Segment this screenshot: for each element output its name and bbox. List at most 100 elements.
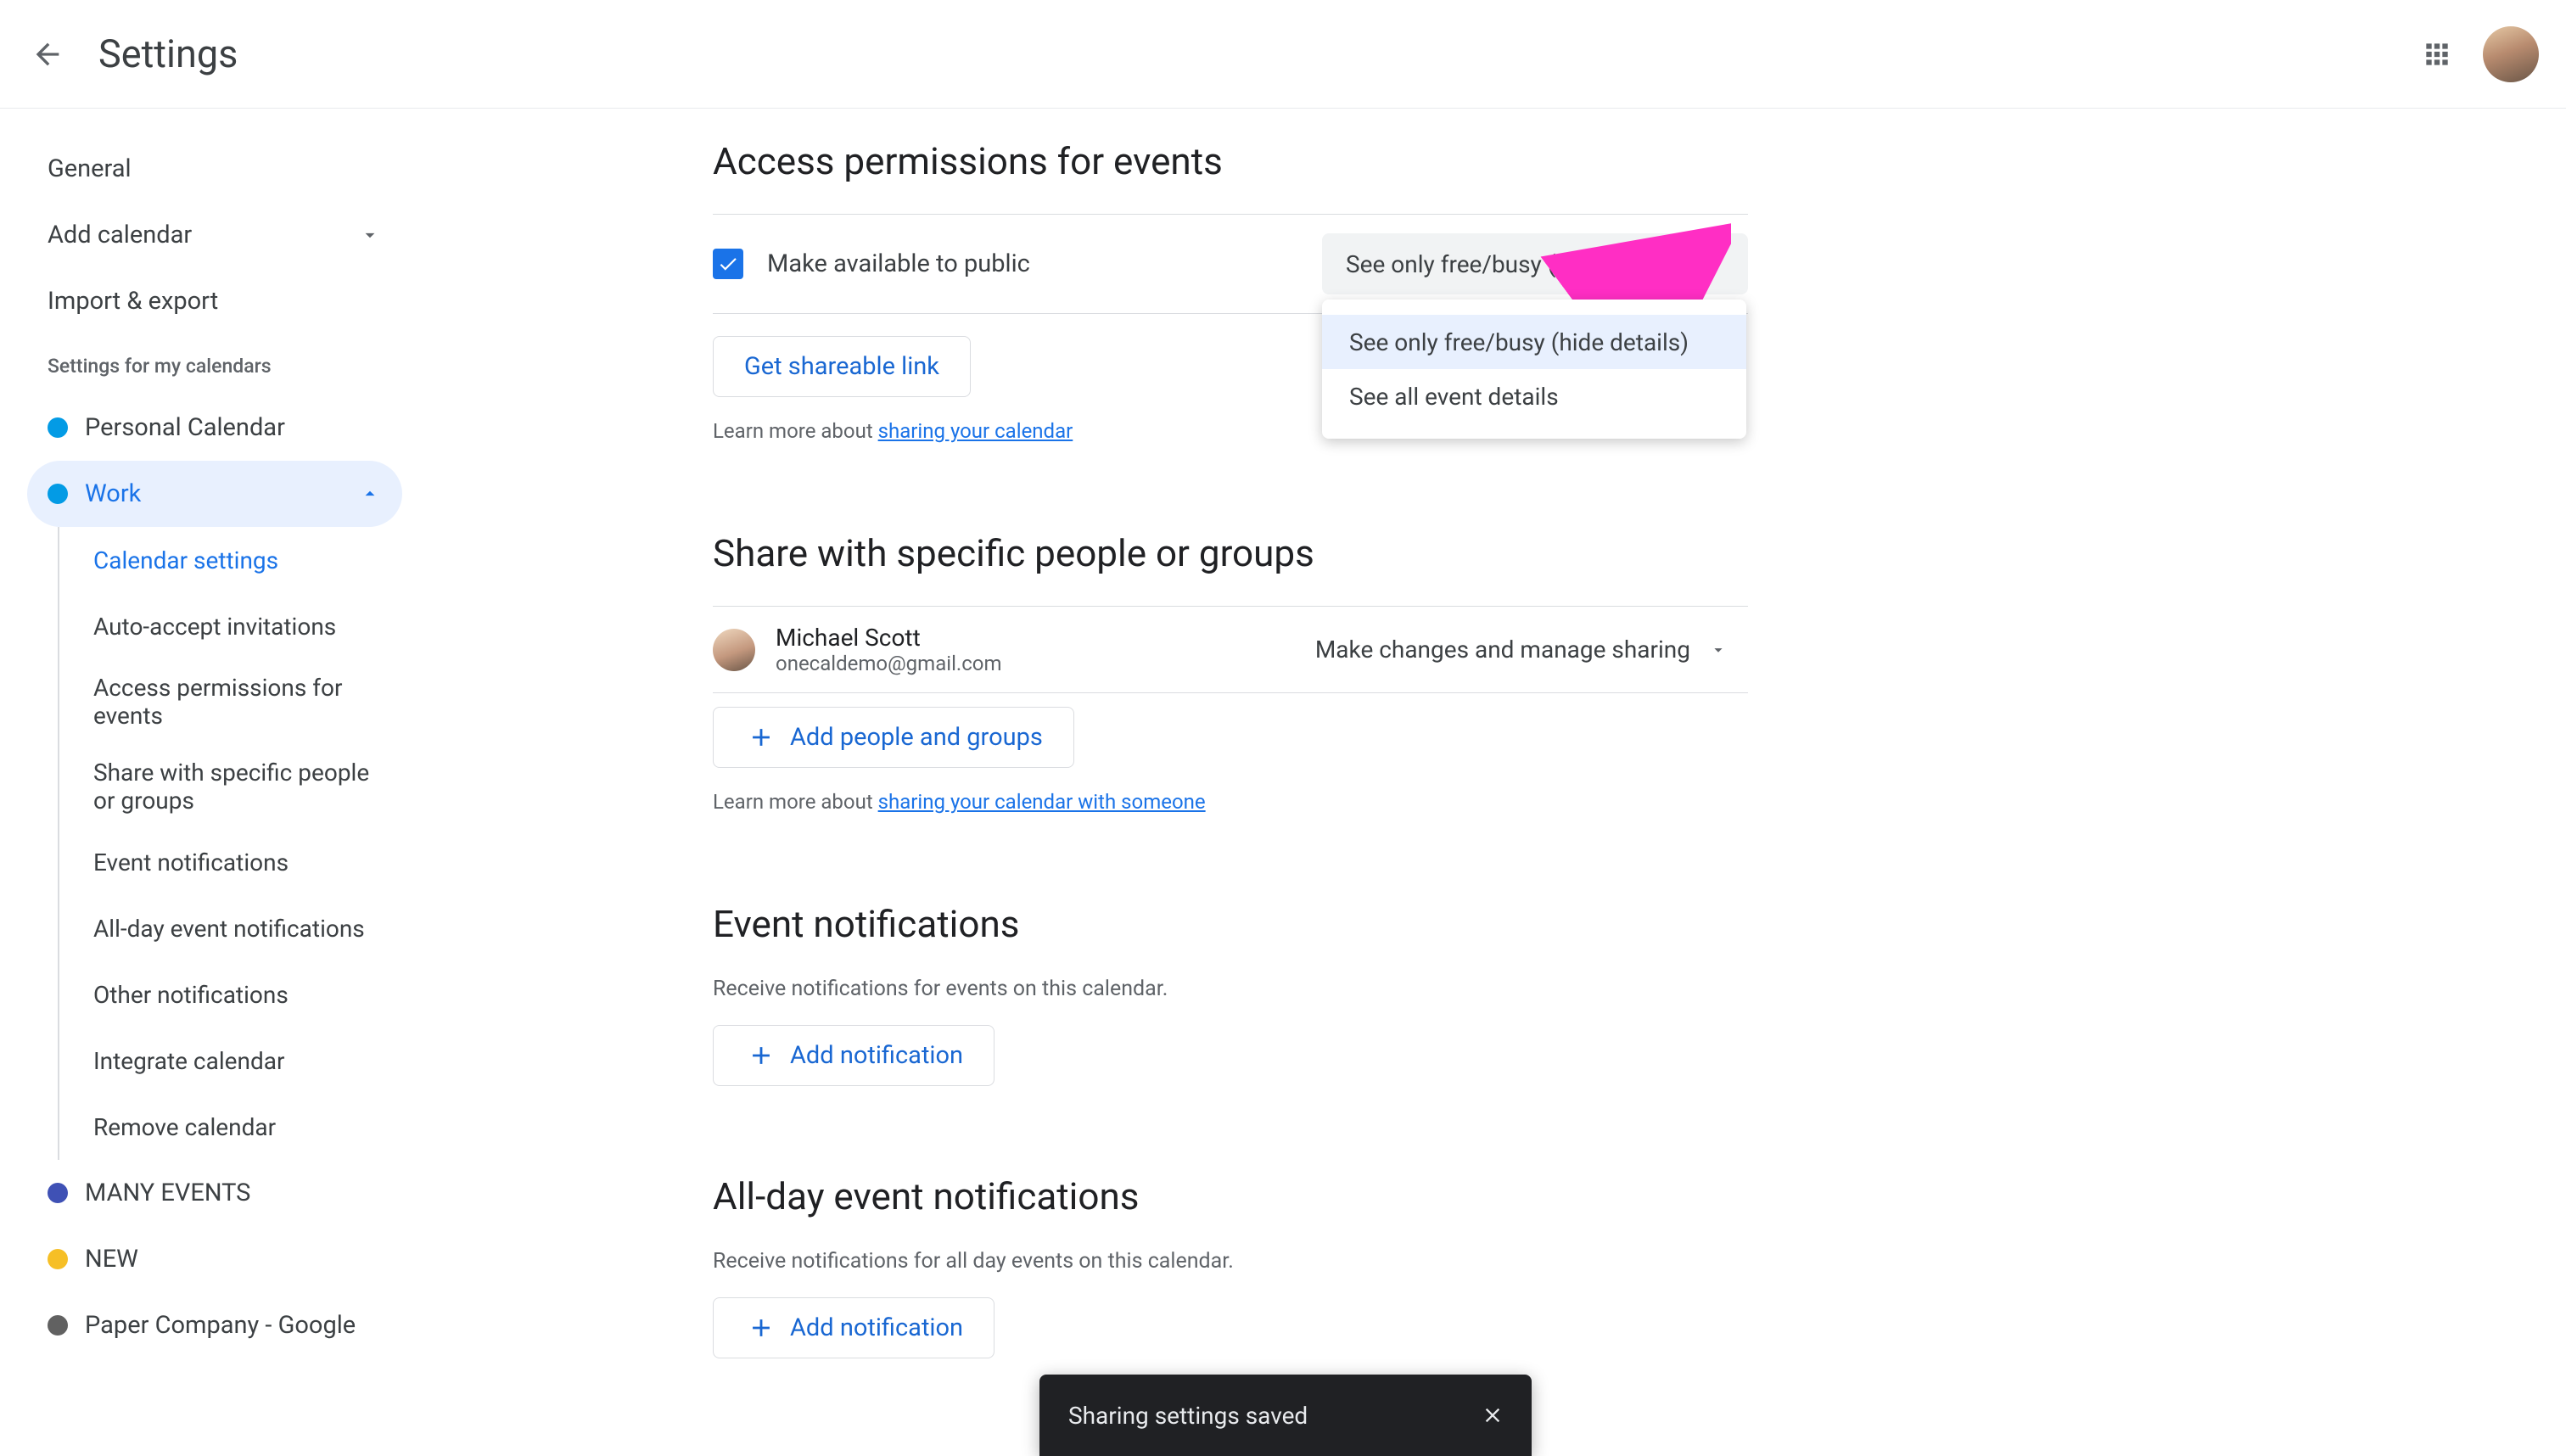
subitem-allday-notifications[interactable]: All-day event notifications	[59, 895, 402, 961]
add-allday-notification-button[interactable]: Add notification	[713, 1297, 994, 1358]
cal-left: Paper Company - Google	[48, 1311, 356, 1340]
person-avatar	[713, 629, 755, 671]
calendar-label: Work	[85, 479, 141, 508]
button-label: Get shareable link	[744, 352, 939, 381]
color-dot-icon	[48, 1249, 68, 1269]
back-button[interactable]	[27, 34, 68, 75]
app-header: Settings	[0, 0, 2566, 109]
toast-close-button[interactable]	[1476, 1398, 1510, 1432]
public-checkbox[interactable]	[713, 249, 743, 279]
cal-left: Personal Calendar	[48, 413, 285, 442]
dropdown-selected-label: See only free/busy (hide details)	[1346, 250, 1685, 278]
subitem-label: Remove calendar	[93, 1113, 276, 1141]
header-left: Settings	[27, 31, 238, 76]
sidebar-item-import-export[interactable]: Import & export	[27, 268, 402, 334]
section-title-event-notif: Event notifications	[713, 902, 1748, 946]
calendar-item-personal[interactable]: Personal Calendar	[27, 395, 402, 461]
calendar-item-work[interactable]: Work	[27, 461, 402, 527]
subitem-label: All-day event notifications	[93, 915, 365, 943]
visibility-dropdown-menu: See only free/busy (hide details) See al…	[1322, 300, 1746, 439]
permission-label: Make changes and manage sharing	[1315, 636, 1690, 664]
subitem-label: Auto-accept invitations	[93, 613, 336, 641]
subitem-calendar-settings[interactable]: Calendar settings	[59, 527, 402, 593]
person-info: Michael Scott onecaldemo@gmail.com	[776, 624, 1002, 675]
account-avatar[interactable]	[2483, 26, 2539, 82]
subitem-label: Integrate calendar	[93, 1047, 284, 1075]
button-label: Add notification	[790, 1313, 963, 1342]
sidebar-section-title: Settings for my calendars	[27, 334, 402, 395]
subitem-auto-accept[interactable]: Auto-accept invitations	[59, 593, 402, 659]
subitem-share-people[interactable]: Share with specific people or groups	[59, 744, 402, 829]
section-title-share-people: Share with specific people or groups	[713, 531, 1748, 575]
person-row: Michael Scott onecaldemo@gmail.com Make …	[713, 607, 1748, 692]
hint-prefix: Learn more about	[713, 419, 878, 443]
add-notification-button[interactable]: Add notification	[713, 1025, 994, 1086]
google-apps-button[interactable]	[2417, 34, 2457, 75]
content-wrap: Access permissions for events Make avail…	[713, 139, 1748, 1358]
calendar-label: MANY EVENTS	[85, 1179, 250, 1207]
option-label: See all event details	[1349, 383, 1559, 411]
add-people-button[interactable]: Add people and groups	[713, 707, 1074, 768]
allday-notif-desc: Receive notifications for all day events…	[713, 1249, 1748, 1274]
page-title: Settings	[98, 31, 238, 76]
sidebar: General Add calendar Import & export Set…	[0, 109, 416, 1456]
sidebar-item-label: General	[48, 154, 132, 183]
calendar-item-many-events[interactable]: MANY EVENTS	[27, 1160, 402, 1226]
subitem-event-notifications[interactable]: Event notifications	[59, 829, 402, 895]
color-dot-icon	[48, 484, 68, 504]
main-content: Access permissions for events Make avail…	[416, 109, 2566, 1456]
button-label: Add people and groups	[790, 723, 1043, 752]
subitem-remove-calendar[interactable]: Remove calendar	[59, 1094, 402, 1160]
sidebar-item-label: Add calendar	[48, 221, 192, 249]
calendar-item-paper-company[interactable]: Paper Company - Google	[27, 1292, 402, 1358]
cal-left: MANY EVENTS	[48, 1179, 250, 1207]
person-email: onecaldemo@gmail.com	[776, 652, 1002, 675]
section-title-allday-notif: All-day event notifications	[713, 1174, 1748, 1218]
calendar-item-new[interactable]: NEW	[27, 1226, 402, 1292]
subitem-label: Calendar settings	[93, 546, 278, 574]
sidebar-item-general[interactable]: General	[27, 136, 402, 202]
hint-link-sharing-someone[interactable]: sharing your calendar with someone	[878, 790, 1206, 814]
sidebar-item-add-calendar[interactable]: Add calendar	[27, 202, 402, 268]
color-dot-icon	[48, 1183, 68, 1203]
subitem-label: Other notifications	[93, 981, 289, 1009]
chevron-up-icon	[1706, 255, 1724, 273]
color-dot-icon	[48, 1315, 68, 1336]
chevron-down-icon	[1709, 641, 1728, 659]
sidebar-item-label: Import & export	[48, 287, 218, 316]
person-left: Michael Scott onecaldemo@gmail.com	[713, 624, 1002, 675]
public-row: Make available to public See only free/b…	[713, 215, 1748, 313]
visibility-dropdown[interactable]: See only free/busy (hide details) See on…	[1322, 233, 1748, 294]
hint-link-sharing[interactable]: sharing your calendar	[878, 419, 1073, 443]
cal-left: NEW	[48, 1245, 138, 1274]
chevron-down-icon	[358, 223, 382, 247]
check-icon	[717, 253, 739, 275]
get-shareable-link-button[interactable]: Get shareable link	[713, 336, 971, 397]
subitem-other-notifications[interactable]: Other notifications	[59, 961, 402, 1028]
plus-icon	[744, 720, 778, 754]
calendar-label: Personal Calendar	[85, 413, 285, 442]
subitem-integrate-calendar[interactable]: Integrate calendar	[59, 1028, 402, 1094]
close-icon	[1481, 1403, 1504, 1427]
toast-snackbar: Sharing settings saved	[1039, 1375, 1532, 1456]
dropdown-option-free-busy[interactable]: See only free/busy (hide details)	[1322, 315, 1746, 369]
arrow-left-icon	[31, 37, 64, 71]
option-label: See only free/busy (hide details)	[1349, 328, 1689, 356]
color-dot-icon	[48, 417, 68, 438]
plus-icon	[744, 1039, 778, 1072]
public-toggle-row: Make available to public	[713, 249, 1030, 279]
subitem-label: Share with specific people or groups	[93, 759, 382, 815]
person-name: Michael Scott	[776, 624, 1002, 652]
dropdown-option-all-details[interactable]: See all event details	[1322, 369, 1746, 423]
plus-icon	[744, 1311, 778, 1345]
event-notif-desc: Receive notifications for events on this…	[713, 977, 1748, 1001]
subitem-access-permissions[interactable]: Access permissions for events	[59, 659, 402, 744]
grid-icon	[2421, 38, 2453, 70]
permission-dropdown[interactable]: Make changes and manage sharing	[1295, 620, 1748, 679]
toast-message: Sharing settings saved	[1068, 1402, 1308, 1430]
public-label: Make available to public	[767, 249, 1030, 278]
share-hint: Learn more about sharing your calendar w…	[713, 790, 1748, 814]
calendar-label: NEW	[85, 1245, 138, 1274]
cal-left: Work	[48, 479, 141, 508]
calendar-work-sublist: Calendar settings Auto-accept invitation…	[58, 527, 402, 1160]
